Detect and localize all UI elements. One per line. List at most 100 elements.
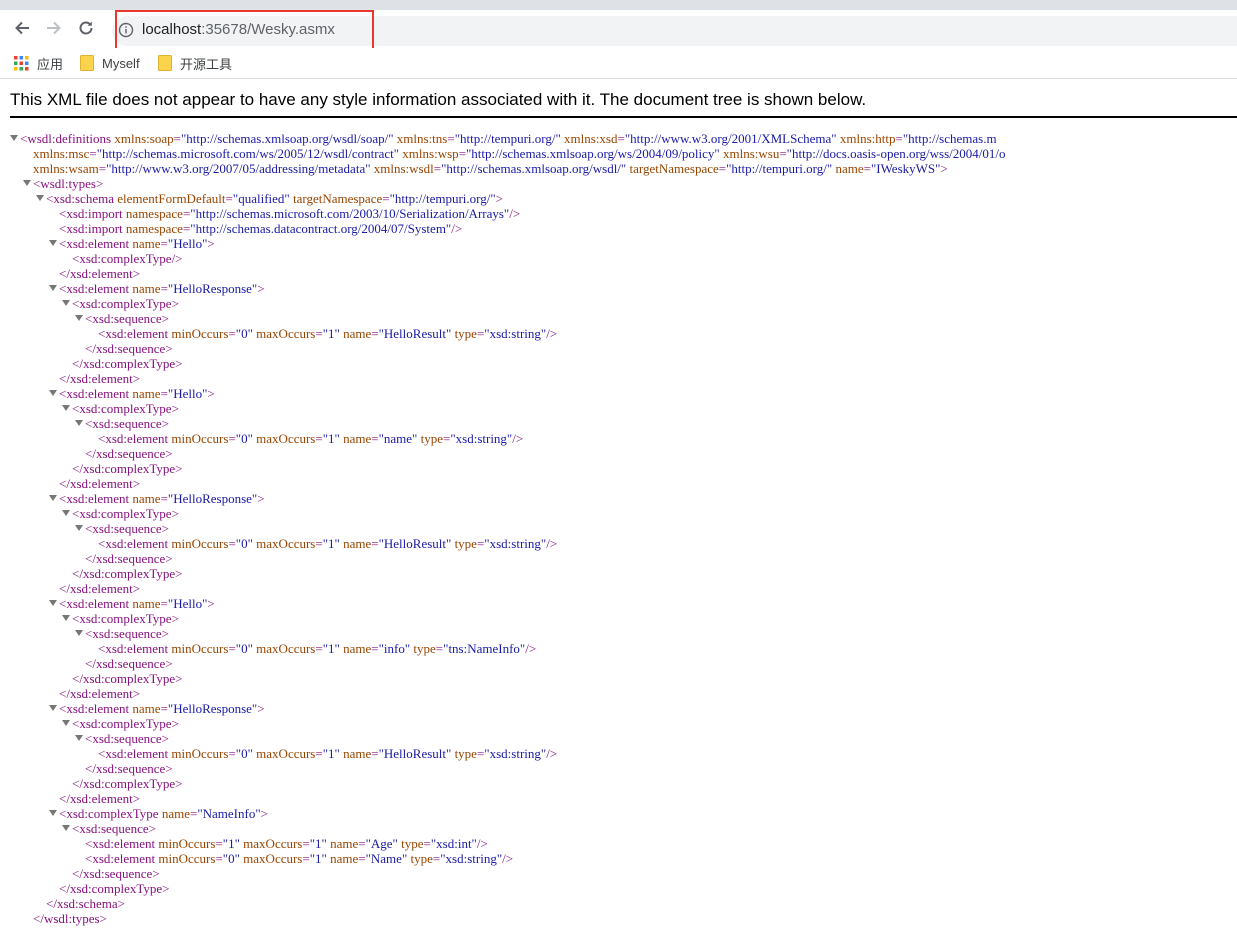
xml-attr-name: type [455,536,477,551]
xml-attr-name: name [132,236,160,251]
xml-tag-text: <xsd:complexType> [72,716,179,731]
bookmark-folder-myself[interactable]: Myself [80,53,140,73]
xml-attr-name: xmlns:soap [114,131,173,146]
xml-tag-text: <xsd:element [59,596,132,611]
forward-button[interactable] [42,16,66,40]
xml-attr-value: "http://docs.oasis-open.org/wss/2004/01/… [787,146,1006,161]
expand-toggle-icon[interactable] [62,720,70,726]
xml-line: </xsd:sequence> [85,761,173,776]
expand-toggle-icon[interactable] [23,180,31,186]
xml-tag-text: = [371,326,378,341]
xml-attr-value: "info" [379,641,411,656]
xml-tag-text: <xsd:element [98,326,171,341]
bookmark-folder-open-source-tools[interactable]: 开源工具 [158,53,232,73]
xml-attr-value: "0" [223,851,240,866]
back-button[interactable] [10,16,34,40]
expand-toggle-icon[interactable] [49,810,57,816]
xml-tag-text: > [496,191,503,206]
xml-attr-name: xmlns:wsu [723,146,779,161]
xml-attr-value: "tns:NameInfo" [443,641,525,656]
expand-toggle-icon[interactable] [62,300,70,306]
xml-attr-value: "xsd:string" [484,746,546,761]
expand-toggle-icon[interactable] [62,615,70,621]
xml-tag-text: /> [525,641,536,656]
expand-toggle-icon[interactable] [49,285,57,291]
xml-line: <xsd:complexType> [72,296,179,311]
xml-line: </xsd:sequence> [72,866,160,881]
xml-attr-name: namespace [126,221,183,236]
url-highlight-box [115,10,374,51]
xml-line: <xsd:element name="Hello"> [59,596,215,611]
xml-line: <xsd:element name="Hello"> [59,386,215,401]
xml-attr-value: "HelloResult" [379,536,452,551]
xml-attr-name: name [343,431,371,446]
expand-toggle-icon[interactable] [49,705,57,711]
xml-tag-text: > [207,236,214,251]
reload-icon [77,19,95,37]
expand-toggle-icon[interactable] [62,405,70,411]
expand-toggle-icon[interactable] [75,525,83,531]
expand-toggle-icon[interactable] [10,135,18,141]
xml-tag-text: = [302,836,309,851]
bookmark-apps[interactable]: 应用 [14,53,63,73]
expand-toggle-icon[interactable] [62,510,70,516]
xml-tag-text: <xsd:element [85,836,158,851]
xml-tag-text: = [315,641,322,656]
xml-tag-text: </xsd:complexType> [72,566,183,581]
expand-toggle-icon[interactable] [75,315,83,321]
xml-attr-name: targetNamespace [293,191,382,206]
xml-line: </xsd:sequence> [85,656,173,671]
xml-tag-text: = [447,131,454,146]
xml-line: <xsd:element name="HelloResponse"> [59,701,265,716]
xml-attr-name: name [132,596,160,611]
xml-attr-value: "0" [236,326,253,341]
xml-attr-name: type [413,641,435,656]
xml-tag-text: </xsd:complexType> [72,671,183,686]
xml-attr-name: type [455,326,477,341]
expand-toggle-icon[interactable] [49,390,57,396]
xml-attr-name: minOccurs [171,641,228,656]
expand-toggle-icon[interactable] [49,600,57,606]
xml-attr-name: xmlns:http [840,131,896,146]
xml-line: </xsd:complexType> [59,881,170,896]
xml-tag-text: </xsd:sequence> [85,551,173,566]
xml-tag-text: = [315,431,322,446]
xml-line: </xsd:element> [59,581,140,596]
xml-attr-name: xmlns:wsam [33,161,99,176]
xml-tag-text: </xsd:element> [59,371,140,386]
expand-toggle-icon[interactable] [75,630,83,636]
expand-toggle-icon[interactable] [49,495,57,501]
xml-attr-name: targetNamespace [629,161,718,176]
xml-line: <xsd:element minOccurs="0" maxOccurs="1"… [98,431,523,446]
xml-tag-text: </xsd:sequence> [72,866,160,881]
expand-toggle-icon[interactable] [36,195,44,201]
expand-toggle-icon[interactable] [49,240,57,246]
xml-attr-name: minOccurs [158,851,215,866]
expand-toggle-icon[interactable] [75,735,83,741]
xml-attr-name: name [132,386,160,401]
xml-style-notice: This XML file does not appear to have an… [10,90,866,110]
xml-attr-value: "http://schemas.xmlsoap.org/ws/2004/09/p… [466,146,720,161]
xml-attr-value: "Name" [366,851,408,866]
xml-attr-name: type [411,851,433,866]
expand-toggle-icon[interactable] [75,420,83,426]
xml-line: <xsd:complexType> [72,506,179,521]
xml-tag-text: /> [546,746,557,761]
xml-attr-name: minOccurs [158,836,215,851]
xml-attr-name: name [132,281,160,296]
expand-toggle-icon[interactable] [62,825,70,831]
xml-attr-value: "http://tempuri.org/" [390,191,496,206]
xml-attr-name: name [835,161,863,176]
xml-tag-text: > [940,161,947,176]
xml-tag-text: </xsd:sequence> [85,446,173,461]
xml-tag-text: <xsd:sequence> [85,311,169,326]
xml-tag-text: <xsd:complexType> [72,401,179,416]
xml-attr-value: "0" [236,746,253,761]
xml-line: </xsd:element> [59,266,140,281]
xml-tag-text: = [215,851,222,866]
reload-button[interactable] [74,16,98,40]
xml-attr-name: name [343,536,371,551]
xml-tag-text: > [257,701,264,716]
xml-attr-name: maxOccurs [256,431,315,446]
xml-attr-value: "HelloResult" [379,326,452,341]
